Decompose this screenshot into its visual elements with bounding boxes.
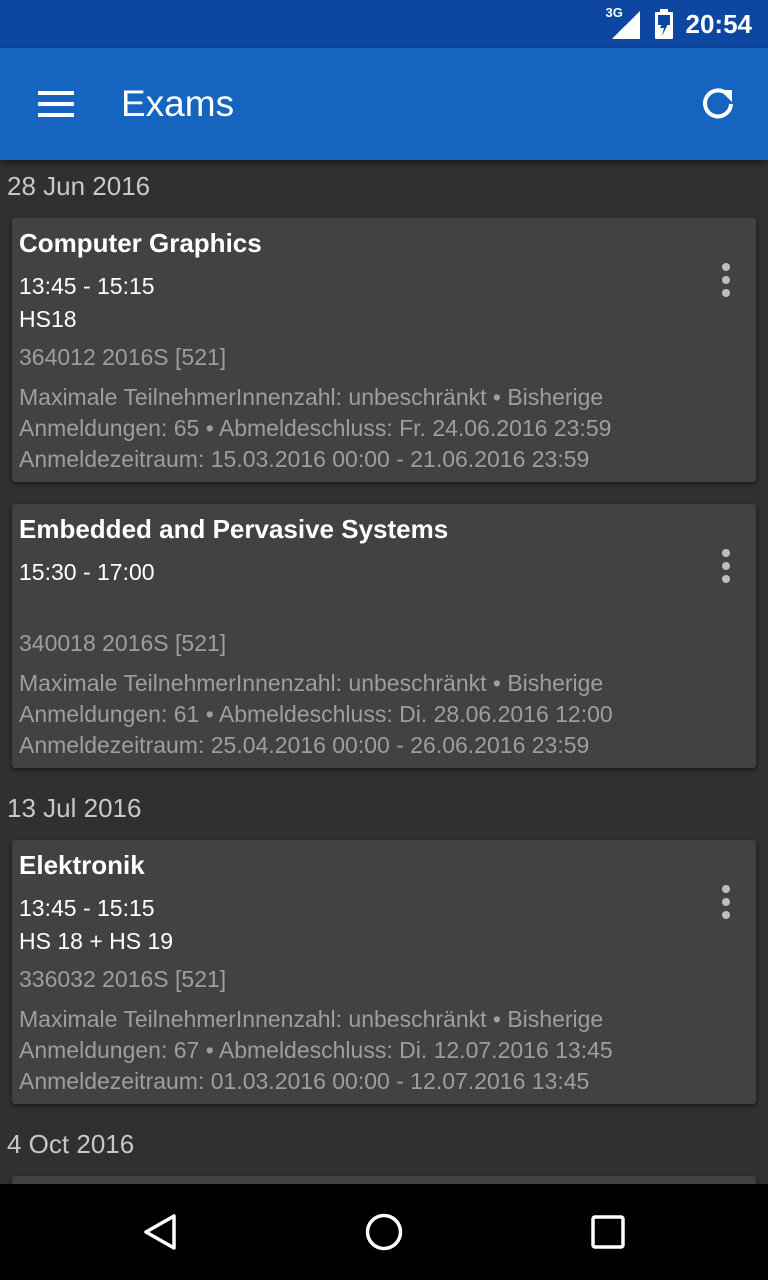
app-bar: Exams — [0, 48, 768, 160]
system-nav-bar — [0, 1184, 768, 1280]
recents-button[interactable] — [576, 1204, 640, 1260]
exam-card[interactable]: Embedded and Pervasive Systems 15:30 - 1… — [12, 504, 756, 768]
exam-info: Maximale TeilnehmerInnenzahl: unbeschrän… — [19, 384, 612, 472]
menu-icon — [38, 91, 74, 117]
date-header: 4 Oct 2016 — [7, 1129, 135, 1159]
refresh-icon — [703, 88, 733, 119]
exam-time: 15:30 - 17:00 — [19, 559, 155, 585]
more-options-icon[interactable] — [708, 544, 744, 588]
exam-title: Computer Graphics — [19, 228, 262, 258]
home-button[interactable] — [352, 1204, 416, 1260]
exam-info: Maximale TeilnehmerInnenzahl: unbeschrän… — [19, 1006, 613, 1094]
signal-icon — [611, 11, 640, 39]
exam-code: 336032 2016S [521] — [19, 966, 227, 992]
exam-list[interactable]: 28 Jun 2016 Computer Graphics 13:45 - 15… — [0, 160, 768, 1184]
exam-info: Maximale TeilnehmerInnenzahl: unbeschrän… — [19, 670, 613, 758]
more-options-icon[interactable] — [708, 258, 744, 302]
back-icon — [144, 1214, 176, 1250]
exam-title: Embedded and Pervasive Systems — [19, 514, 449, 544]
exam-card[interactable]: Elektronik 13:45 - 15:15 HS 18 + HS 19 3… — [12, 840, 756, 1104]
refresh-button[interactable] — [686, 76, 750, 132]
exam-title: Elektronik — [19, 850, 145, 880]
page-title: Exams — [121, 83, 235, 124]
home-icon — [365, 1213, 403, 1251]
signal-indicator: 3G — [606, 5, 640, 39]
back-button[interactable] — [128, 1204, 192, 1260]
status-bar: 3G 20:54 — [0, 0, 768, 48]
exam-card[interactable] — [12, 1176, 756, 1184]
date-header: 13 Jul 2016 — [7, 793, 142, 823]
more-options-icon[interactable] — [708, 880, 744, 924]
exam-room: HS18 — [19, 306, 77, 332]
recents-icon — [591, 1215, 625, 1249]
menu-button[interactable] — [24, 76, 88, 132]
exam-time: 13:45 - 15:15 — [19, 273, 155, 299]
exam-code: 340018 2016S [521] — [19, 630, 227, 656]
exam-room: HS 18 + HS 19 — [19, 928, 174, 954]
exam-card[interactable]: Computer Graphics 13:45 - 15:15 HS18 364… — [12, 218, 756, 482]
date-header: 28 Jun 2016 — [7, 171, 151, 201]
exam-time: 13:45 - 15:15 — [19, 895, 155, 921]
status-clock: 20:54 — [685, 8, 753, 39]
exam-code: 364012 2016S [521] — [19, 344, 227, 370]
battery-icon — [654, 9, 674, 39]
